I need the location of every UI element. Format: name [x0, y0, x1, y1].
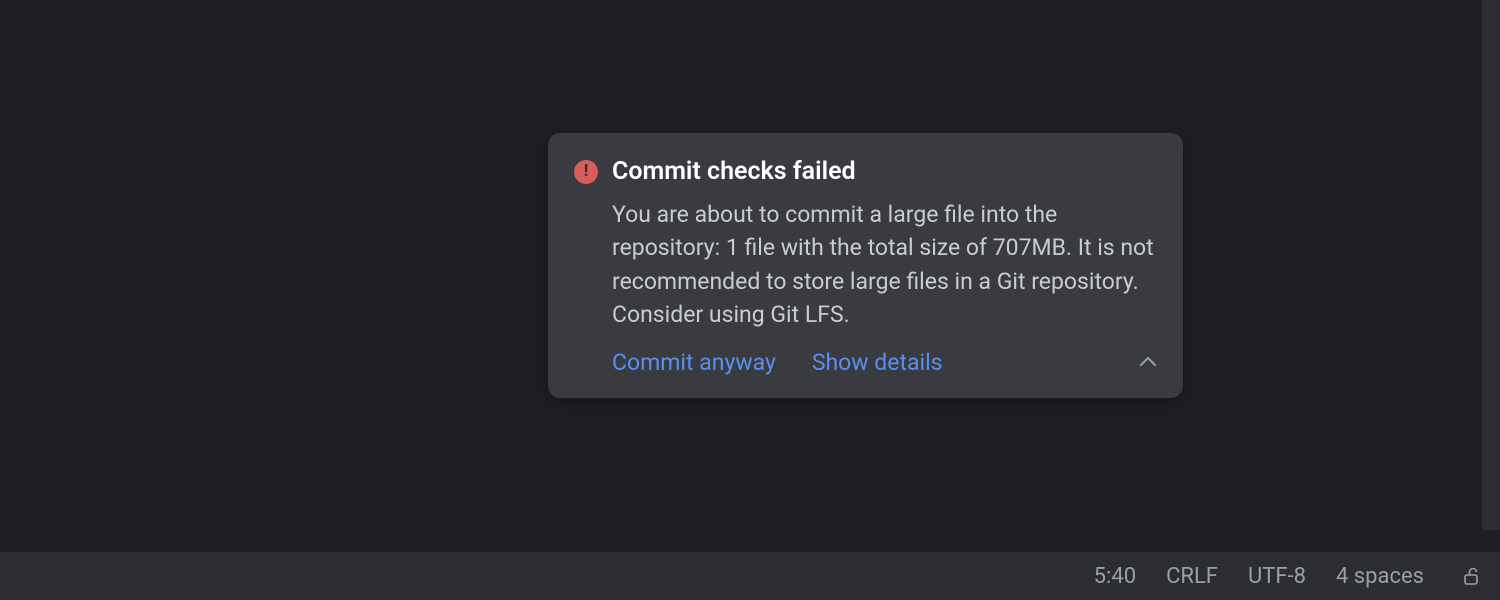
- notification-title: Commit checks failed: [612, 157, 856, 186]
- encoding-selector[interactable]: UTF-8: [1248, 564, 1306, 589]
- error-icon: !: [574, 160, 598, 184]
- commit-checks-notification: ! Commit checks failed You are about to …: [548, 133, 1183, 398]
- right-panel-border: [1482, 0, 1500, 530]
- notification-body: You are about to commit a large file int…: [612, 198, 1157, 331]
- status-bar: 5:40 CRLF UTF-8 4 spaces: [0, 552, 1500, 600]
- indent-selector[interactable]: 4 spaces: [1336, 564, 1424, 589]
- line-ending-selector[interactable]: CRLF: [1166, 564, 1218, 589]
- unlock-icon[interactable]: [1460, 565, 1482, 587]
- show-details-link[interactable]: Show details: [812, 349, 943, 376]
- notification-header: ! Commit checks failed: [574, 157, 1157, 186]
- commit-anyway-link[interactable]: Commit anyway: [612, 349, 776, 376]
- cursor-position[interactable]: 5:40: [1094, 564, 1136, 589]
- exclamation-mark: !: [584, 163, 589, 180]
- chevron-up-icon[interactable]: [1139, 353, 1157, 372]
- notification-actions: Commit anyway Show details: [612, 349, 1157, 376]
